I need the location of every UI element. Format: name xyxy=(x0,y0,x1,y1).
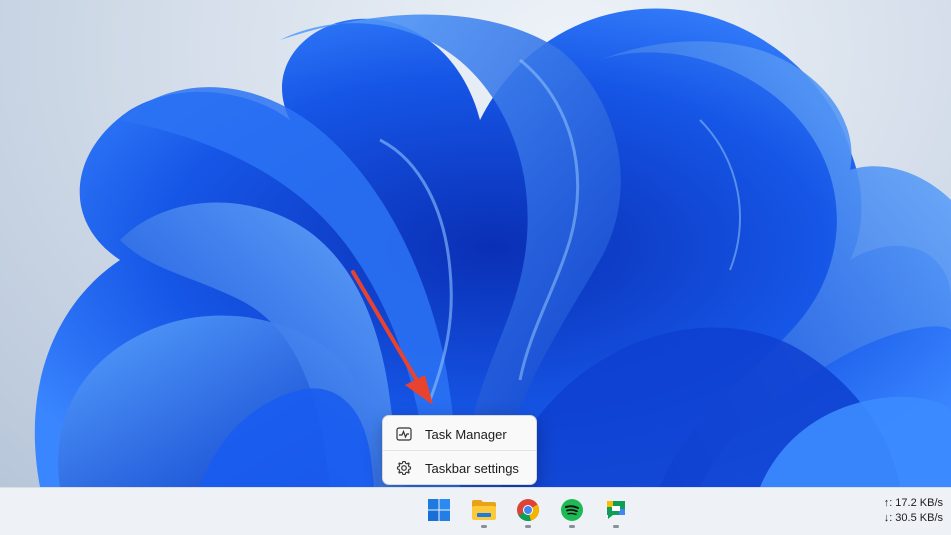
chrome-icon xyxy=(516,498,540,527)
gear-icon xyxy=(395,459,413,477)
upload-speed: ↑: 17.2 KB/s xyxy=(883,497,943,509)
menu-item-label: Task Manager xyxy=(425,426,507,442)
red-arrow xyxy=(351,270,433,405)
menu-item-label: Taskbar settings xyxy=(425,460,519,476)
menu-item-taskbar-settings[interactable]: Taskbar settings xyxy=(387,453,532,483)
taskbar-spotify[interactable] xyxy=(554,494,590,530)
download-speed: ↓: 30.5 KB/s xyxy=(883,512,943,524)
running-indicator xyxy=(569,525,575,528)
task-manager-icon xyxy=(395,425,413,443)
taskbar[interactable]: ↑: 17.2 KB/s ↓: 30.5 KB/s xyxy=(0,487,951,535)
taskbar-file-explorer[interactable] xyxy=(466,494,502,530)
running-indicator xyxy=(613,525,619,528)
taskbar-google-chat[interactable] xyxy=(598,494,634,530)
running-indicator xyxy=(525,525,531,528)
windows-start-icon xyxy=(427,498,451,527)
desktop[interactable]: Task Manager Taskbar settings xyxy=(0,0,951,487)
taskbar-context-menu: Task Manager Taskbar settings xyxy=(382,415,537,485)
folder-icon xyxy=(471,499,497,526)
taskbar-start-button[interactable] xyxy=(421,494,457,530)
spotify-icon xyxy=(560,498,584,527)
menu-item-task-manager[interactable]: Task Manager xyxy=(387,419,532,449)
running-indicator xyxy=(481,525,487,528)
menu-divider xyxy=(383,450,536,451)
taskbar-chrome[interactable] xyxy=(510,494,546,530)
network-speed-meter[interactable]: ↑: 17.2 KB/s ↓: 30.5 KB/s xyxy=(884,496,943,526)
chat-icon xyxy=(604,498,628,527)
